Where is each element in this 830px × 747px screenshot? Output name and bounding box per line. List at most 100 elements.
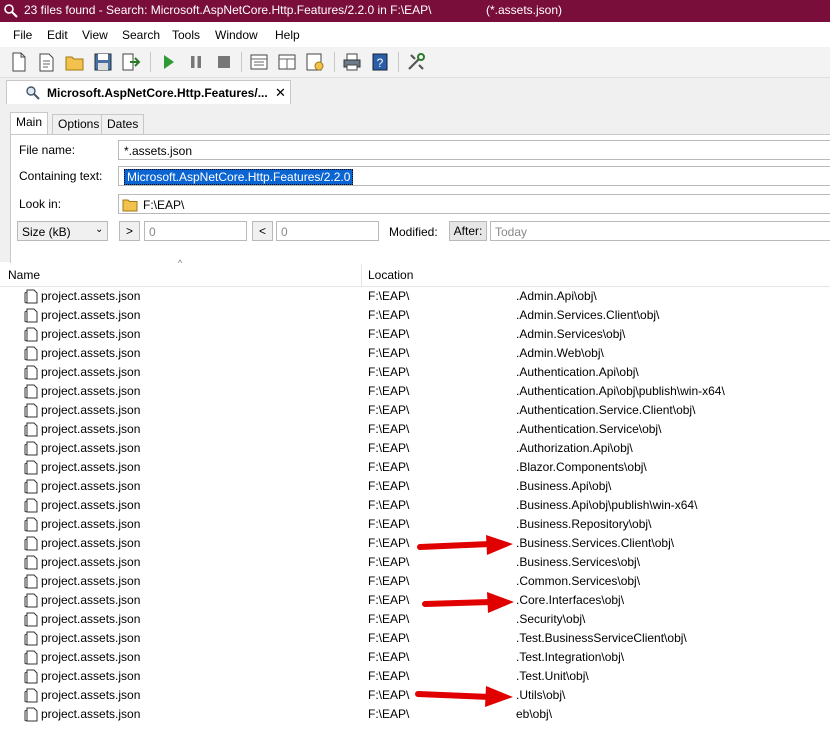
- menu-edit[interactable]: Edit: [47, 28, 68, 42]
- toolbar-separator: [241, 52, 242, 72]
- menu-tools[interactable]: Tools: [172, 28, 200, 42]
- layout-icon[interactable]: [276, 51, 298, 73]
- search-icon: [4, 4, 18, 18]
- table-row[interactable]: project.assets.json F:\EAP\ .Blazor.Compon…: [0, 458, 830, 477]
- table-row[interactable]: project.assets.json F:\EAP\ .Business.Serv…: [0, 534, 830, 553]
- play-icon[interactable]: [157, 51, 179, 73]
- table-row[interactable]: project.assets.json F:\EAP\ .Test.Business…: [0, 629, 830, 648]
- tab-main[interactable]: Main: [10, 112, 49, 135]
- location-prefix: F:\EAP\: [368, 327, 410, 341]
- open-folder-icon[interactable]: [64, 51, 86, 73]
- table-row[interactable]: project.assets.json F:\EAP\ .Admin.Service…: [0, 325, 830, 344]
- location-suffix: .Authentication.Api\obj\: [516, 365, 639, 379]
- new-icon[interactable]: [8, 51, 30, 73]
- window-title: 23 files found - Search: Microsoft.AspNe…: [24, 3, 432, 17]
- location-suffix: .Business.Repository\obj\: [516, 517, 652, 531]
- file-icon: [24, 631, 38, 646]
- export-icon[interactable]: [120, 51, 142, 73]
- file-name: project.assets.json: [41, 498, 141, 512]
- table-row[interactable]: project.assets.json F:\EAP\ .Security\obj\: [0, 610, 830, 629]
- column-header-location[interactable]: Location: [368, 268, 413, 282]
- after-button[interactable]: After:: [449, 221, 487, 241]
- tools-icon[interactable]: [405, 51, 427, 73]
- file-name: project.assets.json: [41, 631, 141, 645]
- containing-text-field[interactable]: Microsoft.AspNetCore.Http.Features/2.2.0: [118, 166, 830, 186]
- document-tab-strip: Microsoft.AspNetCore.Http.Features/... ✕: [0, 78, 830, 105]
- file-name: project.assets.json: [41, 365, 141, 379]
- red-arrow-annotation: [422, 592, 514, 613]
- location-suffix: .Authentication.Service\obj\: [516, 422, 662, 436]
- size-max-field[interactable]: 0: [276, 221, 379, 241]
- save-icon[interactable]: [92, 51, 114, 73]
- table-row[interactable]: project.assets.json F:\EAP\ .Authenticatio…: [0, 420, 830, 439]
- date-field[interactable]: Today: [490, 221, 830, 241]
- pause-icon[interactable]: [185, 51, 207, 73]
- table-row[interactable]: project.assets.json F:\EAP\ .Admin.Api\obj…: [0, 287, 830, 306]
- location-prefix: F:\EAP\: [368, 688, 410, 702]
- size-min-field[interactable]: 0: [144, 221, 247, 241]
- options-icon[interactable]: [304, 51, 326, 73]
- tab-dates[interactable]: Dates: [101, 114, 145, 135]
- location-suffix: .Admin.Services\obj\: [516, 327, 626, 341]
- table-row[interactable]: project.assets.json F:\EAP\ .Authenticatio…: [0, 401, 830, 420]
- menu-search[interactable]: Search: [122, 28, 160, 42]
- location-suffix: .Blazor.Components\obj\: [516, 460, 647, 474]
- column-divider[interactable]: [361, 264, 362, 286]
- file-icon: [24, 441, 38, 456]
- table-row[interactable]: project.assets.json F:\EAP\ .Authorization…: [0, 439, 830, 458]
- menu-file[interactable]: File: [13, 28, 32, 42]
- table-row[interactable]: project.assets.json F:\EAP\ .Admin.Service…: [0, 306, 830, 325]
- menu-help[interactable]: Help: [275, 28, 300, 42]
- folder-icon: [122, 199, 138, 212]
- menu-window[interactable]: Window: [215, 28, 258, 42]
- file-name: project.assets.json: [41, 669, 141, 683]
- location-prefix: F:\EAP\: [368, 384, 410, 398]
- table-row[interactable]: project.assets.json F:\EAP\ .Admin.Web\obj…: [0, 344, 830, 363]
- location-prefix: F:\EAP\: [368, 308, 410, 322]
- table-row[interactable]: project.assets.json F:\EAP\ .Authenticatio…: [0, 382, 830, 401]
- file-name: project.assets.json: [41, 574, 141, 588]
- look-in-label: Look in:: [19, 197, 62, 211]
- location-suffix: .Utils\obj\: [516, 688, 566, 702]
- file-name-value: *.assets.json: [124, 144, 193, 158]
- table-row[interactable]: project.assets.json F:\EAP\ .Test.Integrat…: [0, 648, 830, 667]
- location-prefix: F:\EAP\: [368, 517, 410, 531]
- table-row[interactable]: project.assets.json F:\EAP\ .Business.Serv…: [0, 553, 830, 572]
- table-row[interactable]: project.assets.json F:\EAP\ .Business.Api\…: [0, 496, 830, 515]
- location-suffix: .Authentication.Service.Client\obj\: [516, 403, 696, 417]
- size-unit-select[interactable]: Size (kB) ⌄: [17, 221, 108, 241]
- table-row[interactable]: project.assets.json F:\EAP\ .Business.Repo…: [0, 515, 830, 534]
- file-icon: [24, 574, 38, 589]
- look-in-field[interactable]: F:\EAP\: [118, 194, 830, 214]
- tab-search-result[interactable]: Microsoft.AspNetCore.Http.Features/... ✕: [6, 80, 291, 105]
- size-max-value: 0: [281, 225, 288, 239]
- view-icon[interactable]: [248, 51, 270, 73]
- column-header-name[interactable]: Name: [8, 268, 40, 282]
- location-suffix: .Common.Services\obj\: [516, 574, 641, 588]
- tab-options[interactable]: Options: [52, 114, 106, 135]
- location-prefix: F:\EAP\: [368, 707, 410, 721]
- file-name: project.assets.json: [41, 536, 141, 550]
- stop-icon[interactable]: [213, 51, 235, 73]
- size-min-value: 0: [149, 225, 156, 239]
- menu-view[interactable]: View: [82, 28, 108, 42]
- main-form: File name: *.assets.json Containing text…: [10, 134, 830, 263]
- file-name-field[interactable]: *.assets.json: [118, 140, 830, 160]
- help-icon[interactable]: ?: [369, 51, 391, 73]
- table-row[interactable]: project.assets.json F:\EAP\ .Core.Interfac…: [0, 591, 830, 610]
- location-prefix: F:\EAP\: [368, 612, 410, 626]
- print-icon[interactable]: [341, 51, 363, 73]
- table-row[interactable]: project.assets.json F:\EAP\ .Common.Servic…: [0, 572, 830, 591]
- file-icon: [24, 403, 38, 418]
- file-icon: [24, 384, 38, 399]
- containing-text-value: Microsoft.AspNetCore.Http.Features/2.2.0: [124, 169, 354, 185]
- open-icon[interactable]: [36, 51, 58, 73]
- toolbar-separator: [398, 52, 399, 72]
- greater-than-button[interactable]: >: [119, 221, 140, 241]
- less-than-button[interactable]: <: [252, 221, 273, 241]
- table-row[interactable]: project.assets.json F:\EAP\ .Business.Api\…: [0, 477, 830, 496]
- file-name: project.assets.json: [41, 403, 141, 417]
- table-row[interactable]: project.assets.json F:\EAP\ .Authenticatio…: [0, 363, 830, 382]
- look-in-value: F:\EAP\: [143, 198, 185, 212]
- close-icon[interactable]: ✕: [275, 85, 286, 101]
